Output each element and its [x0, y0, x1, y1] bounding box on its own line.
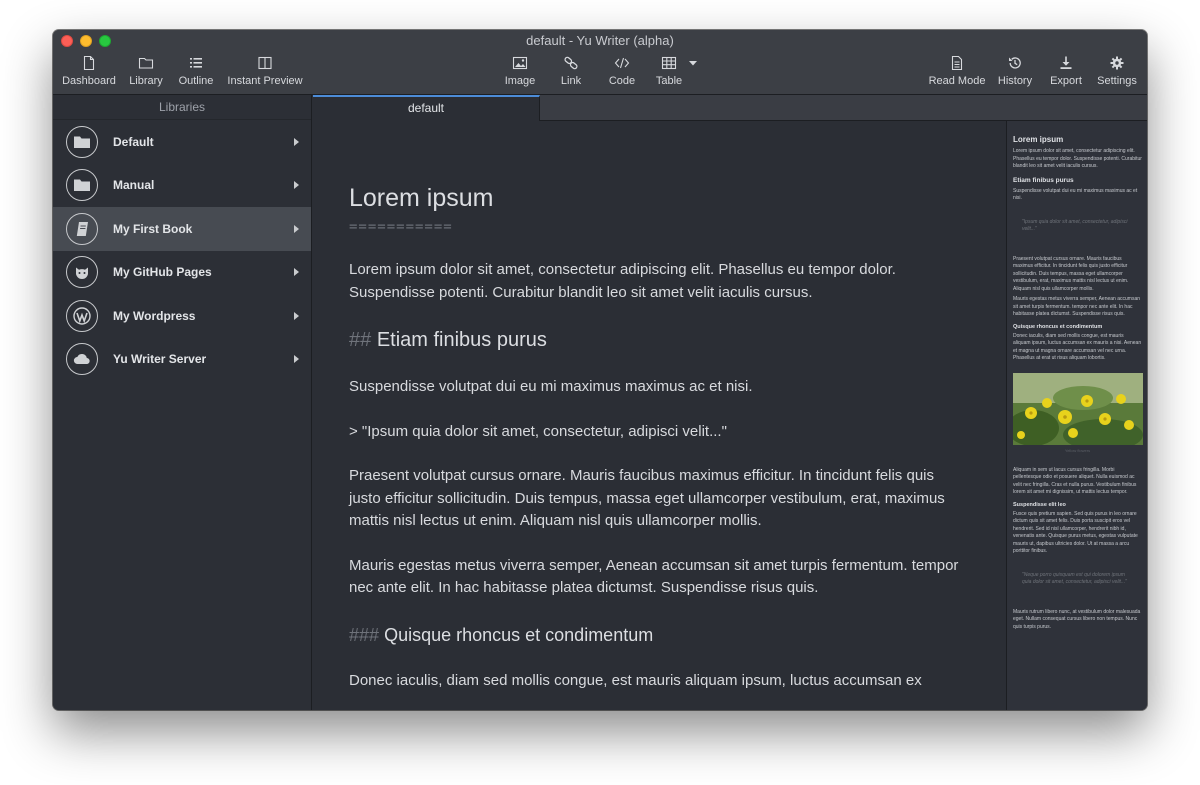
github-icon — [75, 267, 89, 280]
editor-blockquote: > "Ipsum quia dolor sit amet, consectetu… — [349, 422, 727, 440]
link-icon — [564, 56, 578, 70]
sidebar-header: Libraries — [53, 95, 311, 120]
preview-paragraph: Suspendisse volutpat dui eu mi maximus m… — [1013, 187, 1138, 202]
editor-heading-3: ### Quisque rhoncus et condimentum — [349, 624, 654, 645]
insert-table-button[interactable]: Table — [650, 55, 688, 93]
app-window: default - Yu Writer (alpha) Dashboard Li… — [53, 30, 1147, 710]
page-icon — [951, 55, 963, 71]
tab-bar: default — [313, 95, 1147, 121]
read-mode-button[interactable]: Read Mode — [927, 55, 987, 93]
editor-heading-underline: =========== — [349, 219, 453, 235]
chevron-right-icon — [294, 268, 299, 277]
instant-preview-button[interactable]: Instant Preview — [225, 55, 305, 93]
preview-heading-3: Quisque rhoncus et condimentum — [1013, 323, 1103, 330]
preview-blockquote: "Neque porro quisquam est qui dolorem ip… — [1022, 571, 1127, 586]
export-button[interactable]: Export — [1047, 55, 1085, 93]
list-icon — [190, 58, 202, 68]
settings-button[interactable]: Settings — [1095, 55, 1139, 93]
editor-heading-1: Lorem ipsum — [349, 184, 494, 212]
chevron-right-icon — [294, 311, 299, 320]
insert-link-button[interactable]: Link — [552, 55, 590, 93]
preview-heading-2: Etiam finibus purus — [1013, 176, 1074, 184]
library-item-label: Default — [113, 134, 154, 149]
insert-image-button[interactable]: Image — [501, 55, 539, 93]
outline-button[interactable]: Outline — [177, 55, 215, 93]
split-view-icon — [258, 56, 272, 70]
library-item-label: Yu Writer Server — [113, 352, 207, 367]
folder-icon — [74, 179, 90, 192]
caret-down-icon — [689, 61, 697, 66]
preview-paragraph: Aliquam in sem ut lacus cursus fringilla… — [1013, 466, 1137, 496]
library-item-label: Manual — [113, 178, 155, 193]
download-icon — [1060, 56, 1072, 69]
image-icon — [512, 56, 528, 70]
preview-paragraph: Mauris egestas metus viverra semper, Aen… — [1013, 296, 1141, 317]
chevron-right-icon — [294, 355, 299, 364]
window-title: default - Yu Writer (alpha) — [526, 33, 674, 48]
library-item-label: My Wordpress — [113, 308, 196, 323]
insert-code-button[interactable]: Code — [603, 55, 641, 93]
book-icon — [75, 221, 88, 236]
editor-paragraph: Suspendisse volutpat dui eu mi maximus m… — [349, 378, 753, 395]
document-icon — [83, 55, 95, 71]
preview-flowers-image — [1013, 372, 1143, 445]
heading-marker: ## — [349, 329, 372, 351]
preview-heading-1: Lorem ipsum — [1013, 135, 1064, 144]
chevron-right-icon — [294, 181, 299, 190]
dashboard-button[interactable]: Dashboard — [62, 55, 116, 93]
table-dropdown-button[interactable] — [686, 55, 700, 93]
markdown-editor[interactable]: Lorem ipsum =========== Lorem ipsum dolo… — [313, 121, 1006, 710]
cloud-icon — [73, 354, 90, 365]
library-item-yu-writer-server[interactable]: Yu Writer Server — [53, 338, 311, 382]
folder-icon — [74, 136, 90, 148]
preview-paragraph: Donec iaculis, diam sed mollis congue, e… — [1013, 332, 1142, 362]
preview-paragraph: Mauris rutrum libero nunc, at vestibulum… — [1013, 608, 1141, 630]
editor-paragraph: Lorem ipsum dolor sit amet, consectetur … — [349, 261, 896, 301]
library-item-default[interactable]: Default — [53, 120, 311, 164]
preview-paragraph: Lorem ipsum dolor sit amet, consectetur … — [1013, 148, 1142, 169]
chevron-right-icon — [294, 137, 299, 146]
editor-heading-2: ## Etiam finibus purus — [349, 329, 547, 351]
toolbar: default - Yu Writer (alpha) Dashboard Li… — [53, 30, 1147, 95]
library-item-label: My First Book — [113, 221, 193, 236]
table-icon — [661, 56, 677, 70]
history-button[interactable]: History — [995, 55, 1035, 93]
folder-icon — [138, 57, 154, 69]
library-button[interactable]: Library — [127, 55, 165, 93]
tab-default[interactable]: default — [313, 95, 540, 121]
library-item-label: My GitHub Pages — [113, 265, 212, 280]
preview-paragraph: Praesent volutpat cursus ornare. Mauris … — [1013, 255, 1129, 292]
wordpress-icon — [73, 307, 91, 325]
history-icon — [1009, 57, 1021, 69]
preview-blockquote: "Ipsum quia dolor sit amet, consectetur,… — [1022, 218, 1128, 233]
library-item-manual[interactable]: Manual — [53, 164, 311, 208]
preview-image-caption: Yellow flowers — [1064, 447, 1091, 453]
gear-icon — [1110, 56, 1124, 70]
chevron-right-icon — [294, 224, 299, 233]
library-item-my-wordpress[interactable]: My Wordpress — [53, 294, 311, 338]
preview-paragraph: Fusce quis pretium sapien. Sed quis puru… — [1013, 510, 1138, 555]
libraries-sidebar: Libraries Default Manual My First Book M… — [53, 95, 312, 710]
live-preview-pane[interactable]: Lorem ipsum Lorem ipsum dolor sit amet, … — [1006, 121, 1147, 710]
editor-paragraph: Praesent volutpat cursus ornare. Mauris … — [349, 467, 945, 529]
code-icon — [614, 57, 630, 69]
editor-paragraph: Mauris egestas metus viverra semper, Aen… — [349, 556, 959, 597]
library-item-my-github-pages[interactable]: My GitHub Pages — [53, 251, 311, 295]
editor-paragraph: Donec iaculis, diam sed mollis congue, e… — [349, 671, 922, 689]
preview-heading-3: Suspendisse elit leo — [1013, 501, 1066, 508]
heading-marker: ### — [349, 624, 380, 645]
library-item-my-first-book[interactable]: My First Book — [53, 207, 311, 251]
